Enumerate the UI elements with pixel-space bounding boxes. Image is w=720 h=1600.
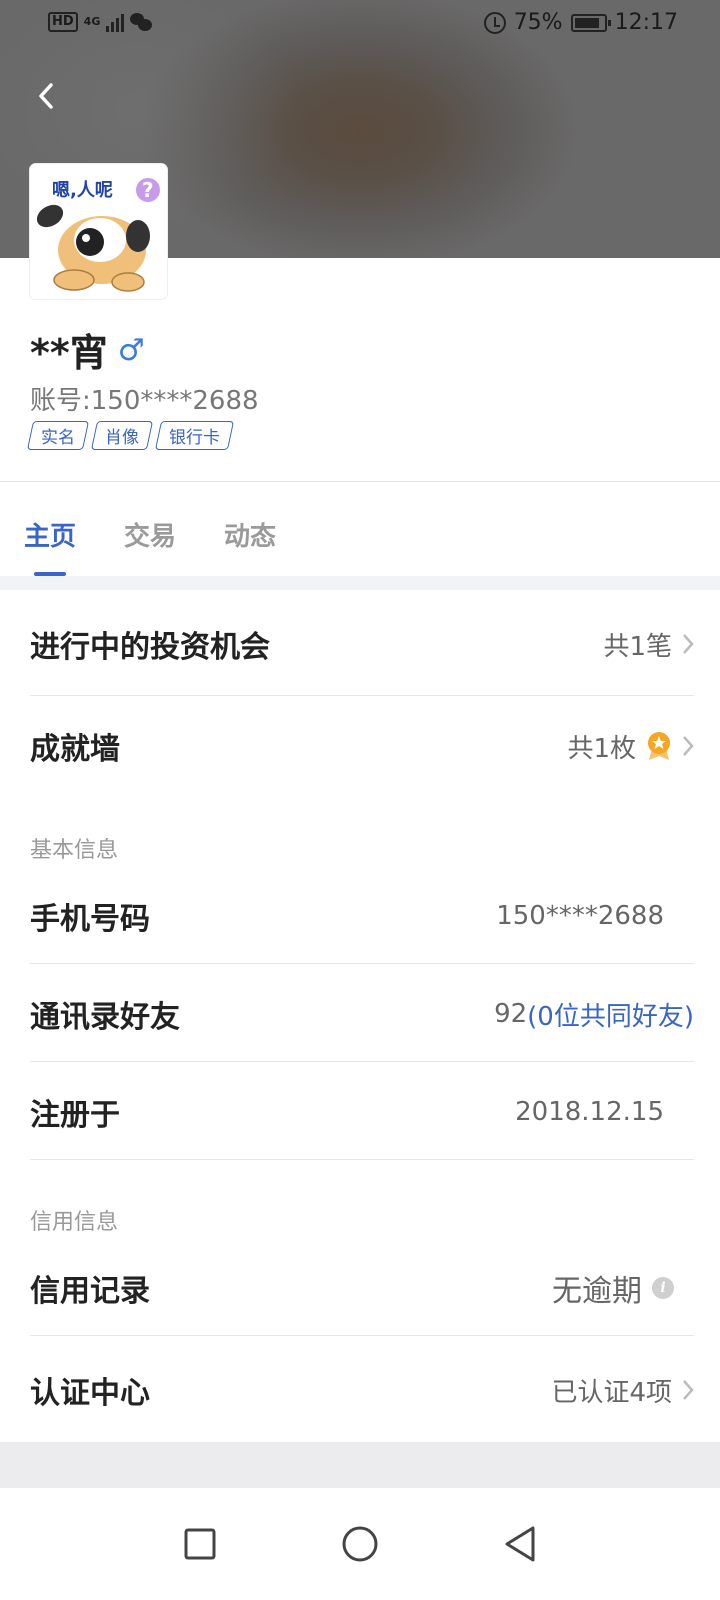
divider — [30, 695, 694, 696]
svg-text:?: ? — [142, 178, 154, 202]
status-left: HD 4G — [48, 12, 153, 32]
divider — [0, 481, 720, 482]
credit-info-title: 信用信息 — [30, 1210, 119, 1235]
back-button[interactable] — [28, 78, 64, 114]
status-bar: HD 4G 75% 12:17 — [0, 0, 720, 48]
wechat-icon — [130, 13, 153, 31]
section-gap — [0, 576, 720, 590]
triangle-back-icon — [505, 1526, 535, 1562]
chevron-left-icon — [39, 83, 53, 109]
square-icon — [184, 1528, 216, 1560]
credit-record-row: 信用记录 无逾期 i — [30, 1258, 694, 1318]
user-name: **宵 — [30, 331, 108, 375]
system-nav-bar — [0, 1488, 720, 1600]
divider — [30, 963, 694, 964]
alarm-icon — [483, 11, 506, 34]
system-back-button[interactable] — [500, 1524, 540, 1564]
contacts-right: 92 (0位共同好友) — [494, 996, 694, 1033]
contacts-row[interactable]: 通讯录好友 92 (0位共同好友) — [30, 984, 694, 1044]
register-row: 注册于 2018.12.15 — [30, 1082, 694, 1142]
svg-text:嗯,人呢: 嗯,人呢 — [52, 180, 113, 201]
tag-portrait: 肖像 — [90, 421, 154, 450]
chevron-right-icon — [683, 634, 694, 654]
status-right: 75% 12:17 — [483, 10, 678, 35]
cartoon-dog-avatar-icon: 嗯,人呢 ? — [30, 164, 167, 299]
clock: 12:17 — [614, 10, 678, 35]
register-date: 2018.12.15 — [515, 1097, 664, 1127]
tab-home[interactable]: 主页 — [24, 516, 76, 553]
investment-label: 进行中的投资机会 — [30, 630, 270, 665]
investment-count: 共1笔 — [603, 631, 672, 662]
male-icon: ♂ — [117, 333, 145, 368]
verification-tags: 实名 肖像 银行卡 — [26, 421, 235, 450]
account-number: 账号:150****2688 — [30, 386, 259, 416]
signal-icon — [106, 12, 125, 32]
basic-info-title: 基本信息 — [30, 838, 119, 863]
mutual-friends-link[interactable]: (0位共同好友) — [527, 996, 694, 1033]
certification-label: 认证中心 — [30, 1376, 150, 1411]
tag-bank-card: 银行卡 — [154, 421, 235, 450]
achievement-right: 共1枚 — [567, 728, 694, 765]
bottom-gap — [0, 1442, 720, 1488]
tag-real-name: 实名 — [26, 421, 90, 450]
credit-record-label: 信用记录 — [30, 1274, 150, 1309]
home-button[interactable] — [340, 1524, 380, 1564]
hd-indicator: HD — [48, 12, 78, 32]
chevron-right-icon — [683, 1380, 694, 1400]
divider — [30, 1061, 694, 1062]
achievement-label: 成就墙 — [30, 732, 120, 767]
network-type: 4G — [83, 15, 101, 28]
tab-activity[interactable]: 动态 — [224, 516, 276, 553]
credit-record-right: 无逾期 i — [552, 1266, 694, 1310]
credit-record-value: 无逾期 — [552, 1274, 642, 1309]
certification-row[interactable]: 认证中心 已认证4项 — [30, 1360, 694, 1420]
circle-icon — [342, 1526, 378, 1562]
medal-icon — [648, 732, 670, 760]
contacts-label: 通讯录好友 — [30, 1000, 180, 1035]
chevron-right-icon — [683, 736, 694, 756]
name-row: **宵 ♂ — [30, 322, 145, 377]
achievement-row[interactable]: 成就墙 共1枚 — [30, 714, 694, 778]
investment-right: 共1笔 — [603, 626, 694, 663]
register-label: 注册于 — [30, 1098, 120, 1133]
info-icon[interactable]: i — [652, 1277, 674, 1299]
tab-trade[interactable]: 交易 — [124, 516, 176, 553]
phone-row: 手机号码 150****2688 — [30, 886, 694, 946]
investment-row[interactable]: 进行中的投资机会 共1笔 — [30, 612, 694, 676]
phone-value: 150****2688 — [496, 901, 664, 931]
certification-value: 已认证4项 — [551, 1377, 672, 1408]
divider — [30, 1159, 694, 1160]
achievement-count: 共1枚 — [567, 733, 636, 764]
divider — [30, 1335, 694, 1336]
tab-bar: 主页 交易 动态 — [24, 516, 276, 553]
recent-apps-button[interactable] — [180, 1524, 220, 1564]
battery-icon — [570, 13, 611, 32]
battery-percent: 75% — [513, 10, 563, 35]
contacts-count: 92 — [494, 999, 528, 1029]
phone-label: 手机号码 — [30, 902, 150, 937]
certification-right: 已认证4项 — [551, 1372, 694, 1409]
avatar[interactable]: 嗯,人呢 ? — [30, 164, 167, 299]
